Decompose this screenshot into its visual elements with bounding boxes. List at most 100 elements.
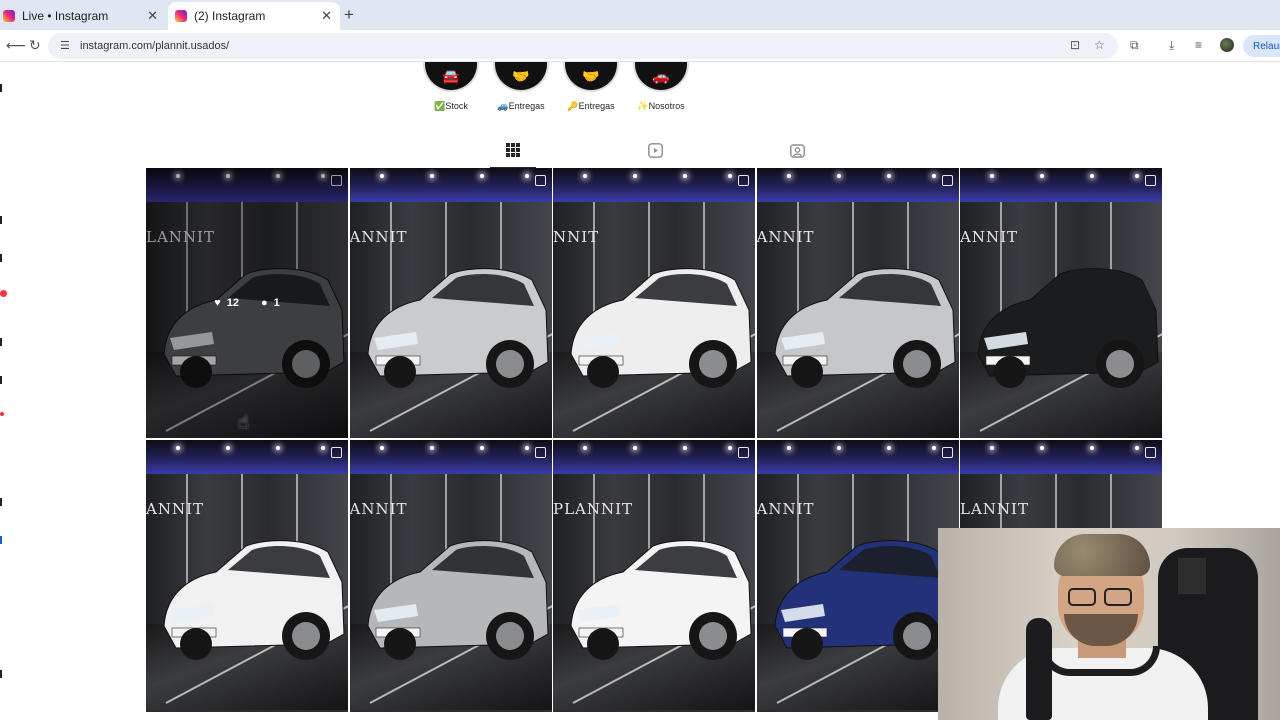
tab-reels[interactable]: [643, 140, 667, 160]
comment-count: 1: [273, 297, 280, 309]
ceiling-light: [633, 446, 637, 450]
ceiling-light: [479, 174, 484, 178]
showroom-ceiling: [960, 168, 1162, 202]
reload-icon[interactable]: ↻: [29, 37, 41, 54]
microphone: [1026, 618, 1052, 720]
tagged-icon: [789, 143, 805, 158]
post-tile[interactable]: ANNIT: [756, 168, 959, 438]
car-photo: [773, 540, 956, 660]
ceiling-light: [1040, 446, 1044, 450]
highlight-entregas[interactable]: 🤝 🚙Entregas: [481, 62, 561, 112]
car-icon: 🚙: [497, 101, 509, 111]
showroom-ceiling: [960, 440, 1162, 474]
post-tile[interactable]: NNIT: [553, 168, 755, 438]
profile-avatar[interactable]: [1220, 38, 1234, 52]
reels-icon: [647, 142, 663, 158]
instagram-favicon-icon: [175, 10, 187, 22]
ceiling-light: [886, 174, 891, 178]
showroom-ceiling: [756, 440, 959, 474]
carousel-icon: [738, 175, 749, 186]
ceiling-light: [321, 446, 325, 450]
new-tab-button[interactable]: +: [344, 5, 354, 25]
ceiling-light: [990, 446, 994, 450]
post-tile[interactable]: LANNIT ♥ 12 ● 1: [146, 168, 348, 438]
ceiling-light: [836, 446, 841, 450]
ceiling-light: [226, 446, 230, 450]
post-tile[interactable]: PLANNIT: [553, 440, 755, 712]
search-icon[interactable]: [0, 216, 2, 224]
car-photo: [366, 268, 549, 388]
tab-posts[interactable]: [501, 140, 525, 160]
highlight-entregas-2[interactable]: 🤝 🔑Entregas: [551, 62, 631, 112]
reading-list-icon[interactable]: ≡: [1195, 38, 1202, 52]
ceiling-light: [931, 446, 936, 450]
tab-title: (2) Instagram: [194, 9, 266, 23]
carousel-icon: [331, 447, 342, 458]
home-icon[interactable]: [0, 84, 2, 92]
ceiling-light: [429, 446, 434, 450]
notifications-icon[interactable]: [0, 376, 2, 384]
download-icon[interactable]: ⤓: [1169, 38, 1174, 53]
ceiling-light: [836, 174, 841, 178]
highlight-nosotros[interactable]: 🚗 ✨Nosotros: [621, 62, 701, 112]
post-hover-overlay: ♥ 12 ● 1: [146, 168, 348, 438]
ceiling-light: [931, 174, 936, 178]
browser-tab-live[interactable]: Live • Instagram ✕: [0, 2, 166, 30]
post-tile[interactable]: ANNIT: [349, 168, 552, 438]
carousel-icon: [941, 447, 953, 458]
ceiling-light: [1090, 174, 1094, 178]
carousel-icon: [534, 447, 546, 458]
ceiling-light: [990, 174, 994, 178]
post-tile[interactable]: ANNIT: [349, 440, 552, 712]
extensions-icon[interactable]: ⧉: [1130, 38, 1139, 53]
glasses: [1068, 588, 1096, 606]
webcam-overlay: [938, 528, 1280, 720]
ceiling-light: [524, 174, 529, 178]
reels-notification-badge[interactable]: [0, 290, 7, 297]
close-tab-icon[interactable]: ✕: [147, 8, 158, 24]
browser-toolbar: ⟵ ↻ ☰ instagram.com/plannit.usados/ ⊡ ☆ …: [0, 30, 1280, 62]
ceiling-light: [786, 446, 791, 450]
ceiling-light: [633, 174, 637, 178]
highlight-cover: 🚗: [633, 62, 689, 92]
more-icon[interactable]: [0, 670, 2, 678]
post-tile[interactable]: ANNIT: [756, 440, 959, 712]
browser-tab-bar: Live • Instagram ✕ (2) Instagram ✕ +: [0, 0, 1280, 30]
car-photo: [163, 540, 345, 660]
ceiling-light: [176, 446, 180, 450]
tab-tagged[interactable]: [785, 140, 809, 160]
car-photo: [977, 268, 1159, 388]
address-bar[interactable]: ☰ instagram.com/plannit.usados/: [48, 33, 1118, 59]
ceiling-light: [683, 446, 687, 450]
like-count: 12: [226, 297, 239, 309]
bookmark-star-icon[interactable]: ☆: [1094, 38, 1105, 52]
instagram-favicon-icon: [3, 10, 15, 22]
check-icon: ✅: [434, 101, 446, 111]
ceiling-light: [786, 174, 791, 178]
car-photo: [570, 540, 752, 660]
highlight-cover: 🤝: [493, 62, 549, 92]
highlight-cover: 🚘: [423, 62, 479, 92]
headphones: [1040, 646, 1160, 676]
ceiling-light: [728, 174, 732, 178]
post-tile[interactable]: ANNIT: [146, 440, 348, 712]
highlight-label: Entregas: [578, 101, 615, 111]
site-info-icon[interactable]: ☰: [60, 39, 70, 52]
back-arrow-icon[interactable]: ⟵: [6, 37, 26, 54]
car-photo: [366, 540, 549, 660]
post-tile[interactable]: ANNIT: [960, 168, 1162, 438]
ceiling-light: [379, 446, 384, 450]
comment-icon: ●: [261, 297, 268, 309]
ceiling-light: [524, 446, 529, 450]
install-app-icon[interactable]: ⊡: [1070, 38, 1080, 52]
messages-icon[interactable]: [0, 338, 2, 346]
relaunch-button[interactable]: Relaun: [1243, 35, 1280, 57]
ceiling-light: [1040, 174, 1044, 178]
browser-tab-instagram[interactable]: (2) Instagram ✕: [168, 2, 340, 30]
profile-icon[interactable]: [0, 536, 2, 544]
create-icon[interactable]: [0, 498, 2, 506]
ceiling-light: [583, 446, 587, 450]
close-tab-icon[interactable]: ✕: [321, 8, 332, 24]
explore-icon[interactable]: [0, 254, 2, 262]
highlight-stock[interactable]: 🚘 ✅Stock: [411, 62, 491, 112]
